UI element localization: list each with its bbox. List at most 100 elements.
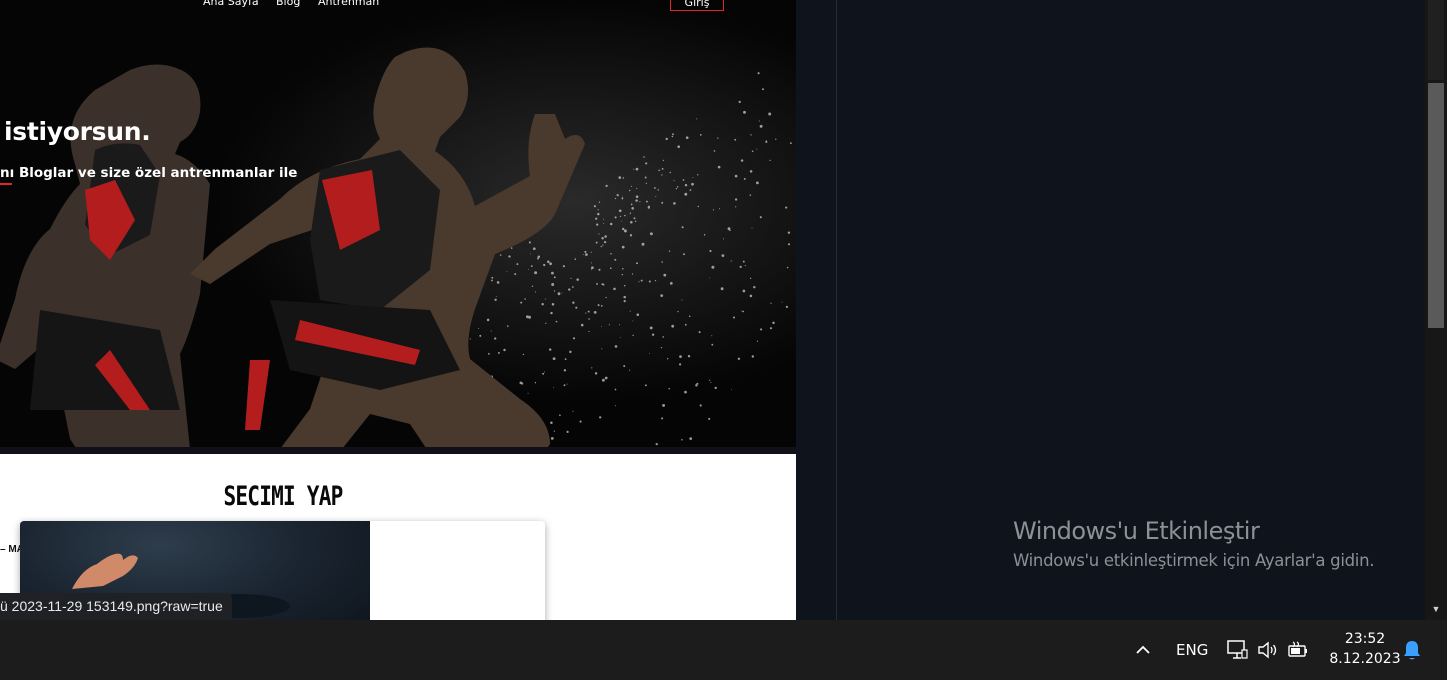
login-button[interactable]: Giriş	[670, 0, 724, 11]
water-droplet	[598, 233, 600, 235]
water-droplet	[553, 276, 556, 279]
water-droplet	[751, 355, 754, 358]
water-droplet	[681, 299, 683, 301]
water-droplet	[572, 301, 575, 304]
water-droplet	[714, 386, 717, 390]
water-droplet	[619, 215, 622, 218]
water-droplet	[722, 238, 725, 240]
hero-subtext: nı Bloglar ve size özel antrenmanlar ile	[0, 165, 298, 181]
water-droplet	[534, 291, 537, 293]
volume-button[interactable]	[1255, 638, 1279, 662]
water-droplet	[603, 218, 605, 220]
water-droplet	[563, 384, 566, 387]
notifications-button[interactable]	[1401, 638, 1423, 662]
language-indicator[interactable]: ENG	[1176, 641, 1208, 659]
water-droplet	[527, 392, 529, 394]
water-droplet	[630, 185, 632, 187]
water-droplet	[507, 325, 509, 327]
water-droplet	[616, 194, 619, 197]
water-droplet	[717, 137, 719, 139]
water-droplet	[479, 334, 482, 337]
hero-image	[0, 0, 796, 447]
water-droplet	[490, 330, 492, 332]
water-droplet	[737, 357, 741, 361]
water-droplet	[575, 306, 578, 309]
water-droplet	[559, 414, 561, 417]
water-droplet	[667, 358, 669, 360]
water-droplet	[639, 201, 641, 203]
water-droplet	[688, 315, 691, 318]
water-droplet	[629, 369, 631, 371]
water-droplet	[630, 220, 633, 224]
nav-link-home[interactable]: Ana Sayfa	[203, 0, 259, 9]
water-droplet	[531, 285, 534, 287]
network-button[interactable]	[1225, 638, 1249, 662]
water-droplet	[590, 251, 592, 253]
water-droplet	[601, 326, 602, 327]
water-droplet	[708, 417, 711, 420]
water-droplet	[787, 243, 791, 246]
water-droplet	[609, 222, 613, 226]
water-droplet	[692, 177, 694, 178]
water-droplet	[662, 403, 666, 407]
scroll-down-arrow-icon[interactable]: ▼	[1430, 603, 1442, 615]
water-droplet	[566, 383, 568, 385]
water-droplet	[595, 217, 598, 220]
water-droplet	[614, 197, 617, 200]
battery-icon	[1288, 641, 1307, 657]
panel-divider	[836, 0, 837, 620]
water-droplet	[735, 206, 737, 208]
water-droplet	[610, 252, 612, 255]
water-droplet	[658, 169, 660, 172]
water-droplet	[673, 180, 675, 182]
water-droplet	[689, 437, 693, 440]
water-droplet	[711, 335, 713, 337]
water-droplet	[530, 265, 533, 268]
scrollbar-track[interactable]	[1428, 0, 1444, 80]
water-droplet	[624, 214, 626, 217]
water-droplet	[635, 167, 639, 171]
browser-viewport: Ana Sayfa Blog Antrenman Giriş istiyorsu…	[0, 0, 796, 620]
water-droplet	[662, 159, 665, 161]
nav-link-blog[interactable]: Blog	[276, 0, 300, 9]
water-droplet	[787, 231, 791, 234]
water-droplet	[537, 255, 541, 258]
water-droplet	[532, 247, 536, 251]
water-droplet	[672, 133, 674, 136]
clock-time[interactable]: 23:52	[1330, 631, 1400, 647]
water-droplet	[645, 162, 648, 165]
water-droplet	[604, 235, 607, 238]
scrollbar-thumb[interactable]	[1428, 83, 1444, 328]
show-hidden-icons-button[interactable]	[1133, 640, 1153, 660]
water-droplet	[598, 201, 601, 203]
water-droplet	[681, 226, 684, 229]
water-droplet	[621, 197, 624, 200]
water-droplet	[608, 324, 610, 326]
water-droplet	[632, 334, 634, 336]
water-droplet	[624, 230, 627, 233]
water-droplet	[677, 145, 680, 148]
water-droplet	[684, 183, 688, 187]
water-droplet	[478, 327, 479, 329]
water-droplet	[691, 182, 694, 186]
water-droplet	[494, 337, 497, 340]
water-droplet	[508, 255, 511, 258]
water-droplet	[572, 337, 576, 340]
water-droplet	[677, 310, 679, 313]
water-droplet	[605, 184, 608, 187]
water-droplet	[765, 140, 767, 142]
water-droplet	[621, 273, 623, 276]
water-droplet	[785, 206, 788, 209]
water-droplet	[758, 120, 760, 122]
water-droplet	[709, 379, 711, 381]
clock-date[interactable]: 8.12.2023	[1326, 651, 1404, 667]
water-droplet	[602, 244, 604, 246]
battery-button[interactable]	[1286, 638, 1310, 662]
water-droplet	[561, 292, 563, 294]
nav-link-training[interactable]: Antrenman	[318, 0, 379, 9]
water-droplet	[604, 376, 608, 380]
water-droplet	[633, 217, 636, 220]
water-droplet	[631, 273, 634, 275]
hero-section: Ana Sayfa Blog Antrenman Giriş istiyorsu…	[0, 0, 796, 447]
water-droplet	[638, 281, 640, 283]
